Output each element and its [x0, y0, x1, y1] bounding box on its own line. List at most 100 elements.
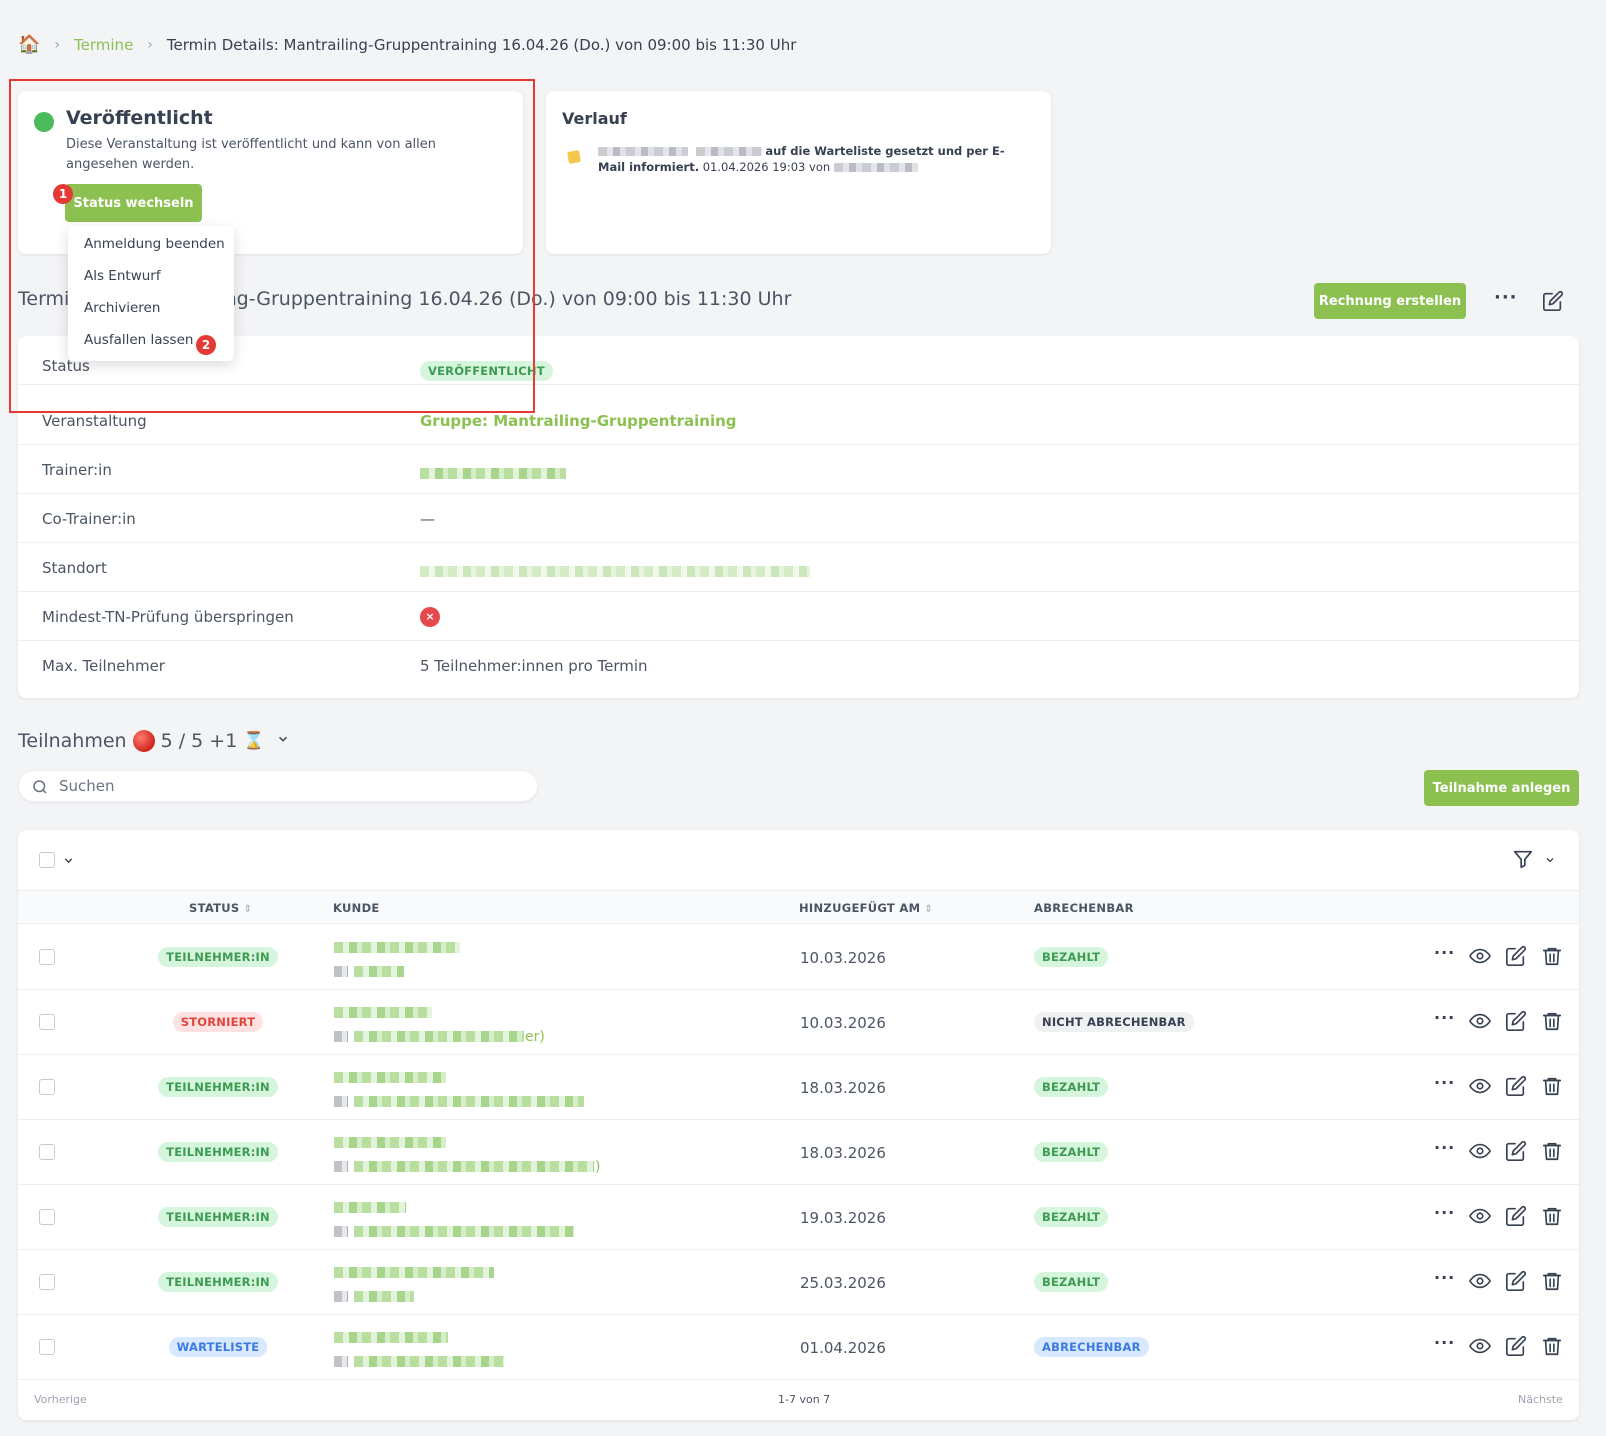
more-options-icon[interactable]: ···: [1494, 287, 1518, 308]
select-all-checkbox[interactable]: [39, 852, 55, 868]
pager-next[interactable]: Nächste: [1518, 1393, 1563, 1406]
row-more-icon[interactable]: ···: [1434, 1203, 1455, 1222]
hourglass-icon: ⌛: [243, 731, 265, 751]
view-icon[interactable]: [1469, 1010, 1491, 1032]
filter-icon[interactable]: [1512, 848, 1534, 870]
redacted-customer-dog[interactable]: [334, 1351, 504, 1370]
view-icon[interactable]: [1469, 945, 1491, 967]
redacted-customer-dog[interactable]: er): [334, 1026, 545, 1045]
chevron-right-icon: ›: [147, 36, 153, 53]
create-invoice-button[interactable]: Rechnung erstellen: [1314, 283, 1466, 319]
row-checkbox[interactable]: [39, 1339, 55, 1355]
redacted-customer-dog[interactable]: ): [334, 1156, 600, 1175]
row-more-icon[interactable]: ···: [1434, 1333, 1455, 1352]
redacted-customer-name[interactable]: [334, 1132, 446, 1151]
menu-item-ausfallen-lassen[interactable]: Ausfallen lassen: [84, 332, 193, 348]
row-checkbox[interactable]: [39, 1209, 55, 1225]
detail-label: Max. Teilnehmer: [42, 657, 165, 675]
teilnahmen-title[interactable]: Teilnahmen 5 / 5 +1 ⌛: [18, 730, 290, 752]
redacted-customer-name[interactable]: [334, 1002, 432, 1021]
status-change-button[interactable]: Status wechseln: [65, 184, 202, 222]
detail-row-standort: Standort: [18, 543, 1579, 592]
trash-icon[interactable]: [1541, 1075, 1563, 1097]
status-badge: WARTELISTE: [118, 1336, 318, 1357]
edit-icon[interactable]: [1505, 1270, 1527, 1292]
redacted-customer-dog[interactable]: [334, 1286, 414, 1305]
row-more-icon[interactable]: ···: [1434, 943, 1455, 962]
detail-label: Trainer:in: [42, 461, 112, 479]
added-date: 01.04.2026: [800, 1339, 886, 1357]
table-row[interactable]: STORNIERT er) 10.03.2026 NICHT ABRECHENB…: [18, 990, 1579, 1055]
search-field[interactable]: [18, 770, 538, 802]
table-row[interactable]: TEILNEHMER:IN 10.03.2026 BEZAHLT ···: [18, 925, 1579, 990]
view-icon[interactable]: [1469, 1270, 1491, 1292]
trash-icon[interactable]: [1541, 1010, 1563, 1032]
row-checkbox[interactable]: [39, 1079, 55, 1095]
redacted-customer-dog[interactable]: [334, 961, 404, 980]
menu-item-anmeldung-beenden[interactable]: Anmeldung beenden: [84, 236, 225, 252]
redacted-trainer[interactable]: [420, 464, 566, 482]
edit-icon[interactable]: [1505, 1205, 1527, 1227]
redacted-customer-dog[interactable]: [334, 1091, 584, 1110]
chevron-down-icon[interactable]: [276, 732, 290, 750]
redacted-customer-name[interactable]: [334, 937, 460, 956]
create-participation-button[interactable]: Teilnahme anlegen: [1424, 770, 1579, 806]
redacted-customer-name[interactable]: [334, 1327, 448, 1346]
edit-icon[interactable]: [1505, 1335, 1527, 1357]
trash-icon[interactable]: [1541, 1205, 1563, 1227]
row-more-icon[interactable]: ···: [1434, 1268, 1455, 1287]
edit-icon[interactable]: [1505, 945, 1527, 967]
added-date: 10.03.2026: [800, 1014, 886, 1032]
menu-item-als-entwurf[interactable]: Als Entwurf: [84, 268, 161, 284]
search-input[interactable]: [59, 777, 519, 795]
view-icon[interactable]: [1469, 1205, 1491, 1227]
view-icon[interactable]: [1469, 1140, 1491, 1162]
chevron-down-icon[interactable]: [62, 854, 75, 867]
view-icon[interactable]: [1469, 1335, 1491, 1357]
redacted-customer-name[interactable]: [334, 1067, 446, 1086]
column-status[interactable]: STATUS ⇕: [189, 901, 252, 915]
menu-item-archivieren[interactable]: Archivieren: [84, 300, 160, 316]
view-icon[interactable]: [1469, 1075, 1491, 1097]
redacted-customer-dog[interactable]: [334, 1221, 574, 1240]
column-abrechenbar: ABRECHENBAR: [1034, 901, 1134, 915]
step-marker-1: 1: [53, 184, 73, 204]
pager-prev[interactable]: Vorherige: [34, 1393, 87, 1406]
veranstaltung-link[interactable]: Gruppe: Mantrailing-Gruppentraining: [420, 412, 737, 430]
breadcrumb: 🏠 › Termine › Termin Details: Mantrailin…: [18, 34, 796, 55]
breadcrumb-termine-link[interactable]: Termine: [74, 36, 133, 54]
row-checkbox[interactable]: [39, 949, 55, 965]
table-row[interactable]: TEILNEHMER:IN 25.03.2026 BEZAHLT ···: [18, 1250, 1579, 1315]
row-more-icon[interactable]: ···: [1434, 1138, 1455, 1157]
trash-icon[interactable]: [1541, 945, 1563, 967]
trash-icon[interactable]: [1541, 1140, 1563, 1162]
table-row[interactable]: TEILNEHMER:IN 18.03.2026 BEZAHLT ···: [18, 1055, 1579, 1120]
redacted-name: [598, 147, 688, 156]
redacted-customer-name[interactable]: [334, 1197, 406, 1216]
row-checkbox[interactable]: [39, 1144, 55, 1160]
chevron-down-icon[interactable]: [1544, 854, 1556, 866]
edit-icon[interactable]: [1542, 290, 1564, 312]
cotrainer-value: —: [420, 510, 435, 528]
table-row[interactable]: TEILNEHMER:IN 19.03.2026 BEZAHLT ···: [18, 1185, 1579, 1250]
redacted-customer-name[interactable]: [334, 1262, 494, 1281]
table-row[interactable]: TEILNEHMER:IN ) 18.03.2026 BEZAHLT ···: [18, 1120, 1579, 1185]
row-checkbox[interactable]: [39, 1274, 55, 1290]
status-badge: TEILNEHMER:IN: [118, 946, 318, 967]
home-icon[interactable]: 🏠: [18, 34, 40, 55]
teilnahmen-count: 5 / 5 +1: [160, 730, 238, 752]
trash-icon[interactable]: [1541, 1335, 1563, 1357]
edit-icon[interactable]: [1505, 1140, 1527, 1162]
added-date: 10.03.2026: [800, 949, 886, 967]
trash-icon[interactable]: [1541, 1270, 1563, 1292]
row-more-icon[interactable]: ···: [1434, 1008, 1455, 1027]
row-checkbox[interactable]: [39, 1014, 55, 1030]
table-row[interactable]: WARTELISTE 01.04.2026 ABRECHENBAR ···: [18, 1315, 1579, 1380]
row-more-icon[interactable]: ···: [1434, 1073, 1455, 1092]
edit-icon[interactable]: [1505, 1075, 1527, 1097]
edit-icon[interactable]: [1505, 1010, 1527, 1032]
detail-label: Co-Trainer:in: [42, 510, 136, 528]
status-badge: STORNIERT: [118, 1011, 318, 1032]
kunde-tail: ): [595, 1159, 601, 1175]
column-added[interactable]: HINZUGEFÜGT AM ⇕: [799, 901, 933, 915]
